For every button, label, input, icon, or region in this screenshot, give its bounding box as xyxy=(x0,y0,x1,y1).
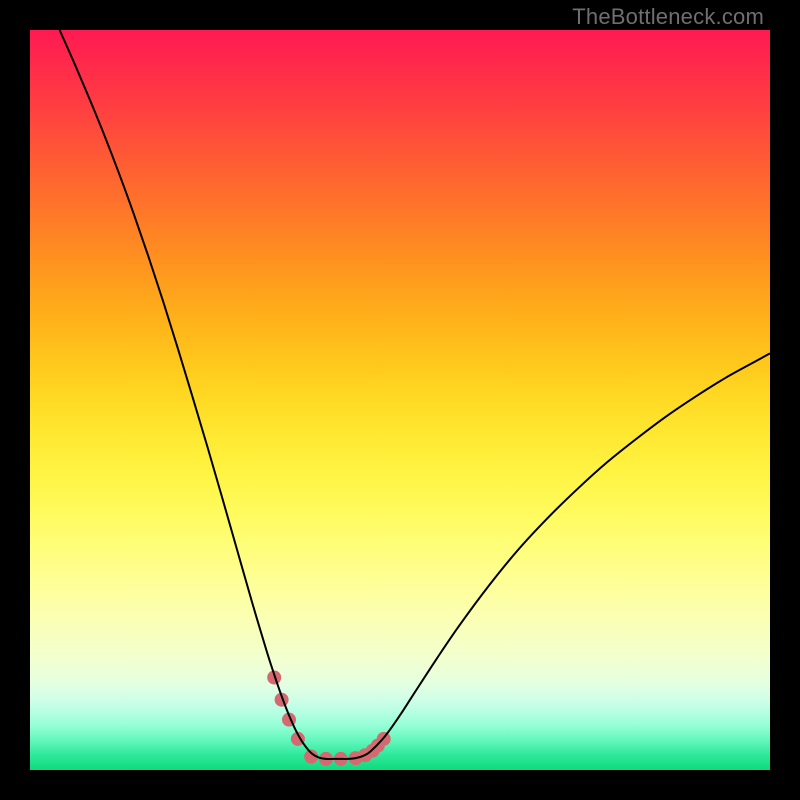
chart-frame xyxy=(30,30,770,770)
gradient-background xyxy=(30,30,770,770)
bottleneck-chart xyxy=(30,30,770,770)
watermark-text: TheBottleneck.com xyxy=(572,4,764,30)
